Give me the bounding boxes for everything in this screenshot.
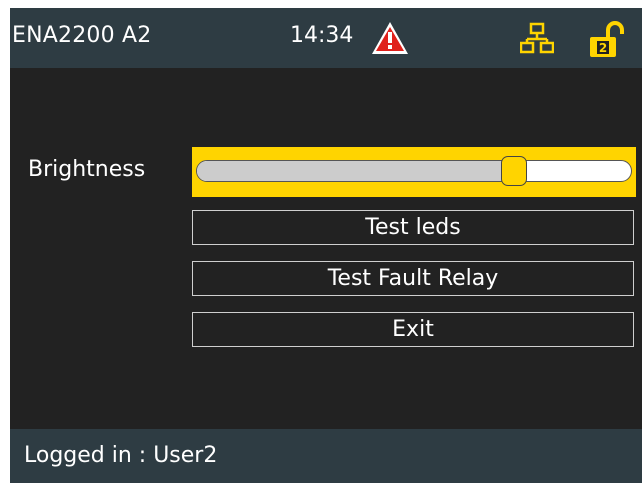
slider-thumb[interactable] [501, 156, 527, 186]
test-fault-relay-button[interactable]: Test Fault Relay [192, 261, 634, 296]
unlocked-padlock-icon: 2 [590, 21, 624, 57]
brightness-slider[interactable] [192, 147, 636, 197]
device-screen: ENA2200 A2 14:34 2 Brightness Test leds … [10, 8, 642, 483]
network-icon [520, 22, 554, 54]
status-bar: ENA2200 A2 14:34 2 [10, 8, 642, 68]
slider-fill [197, 161, 515, 181]
slider-track[interactable] [196, 160, 632, 182]
login-status: Logged in : User2 [24, 443, 218, 468]
test-leds-button[interactable]: Test leds [192, 210, 634, 245]
exit-button[interactable]: Exit [192, 312, 634, 347]
brightness-label: Brightness [28, 157, 146, 182]
warning-icon [372, 22, 408, 54]
lock-level: 2 [599, 41, 607, 55]
device-name: ENA2200 A2 [12, 23, 152, 48]
clock: 14:34 [290, 23, 354, 48]
footer-bar: Logged in : User2 [10, 429, 642, 483]
